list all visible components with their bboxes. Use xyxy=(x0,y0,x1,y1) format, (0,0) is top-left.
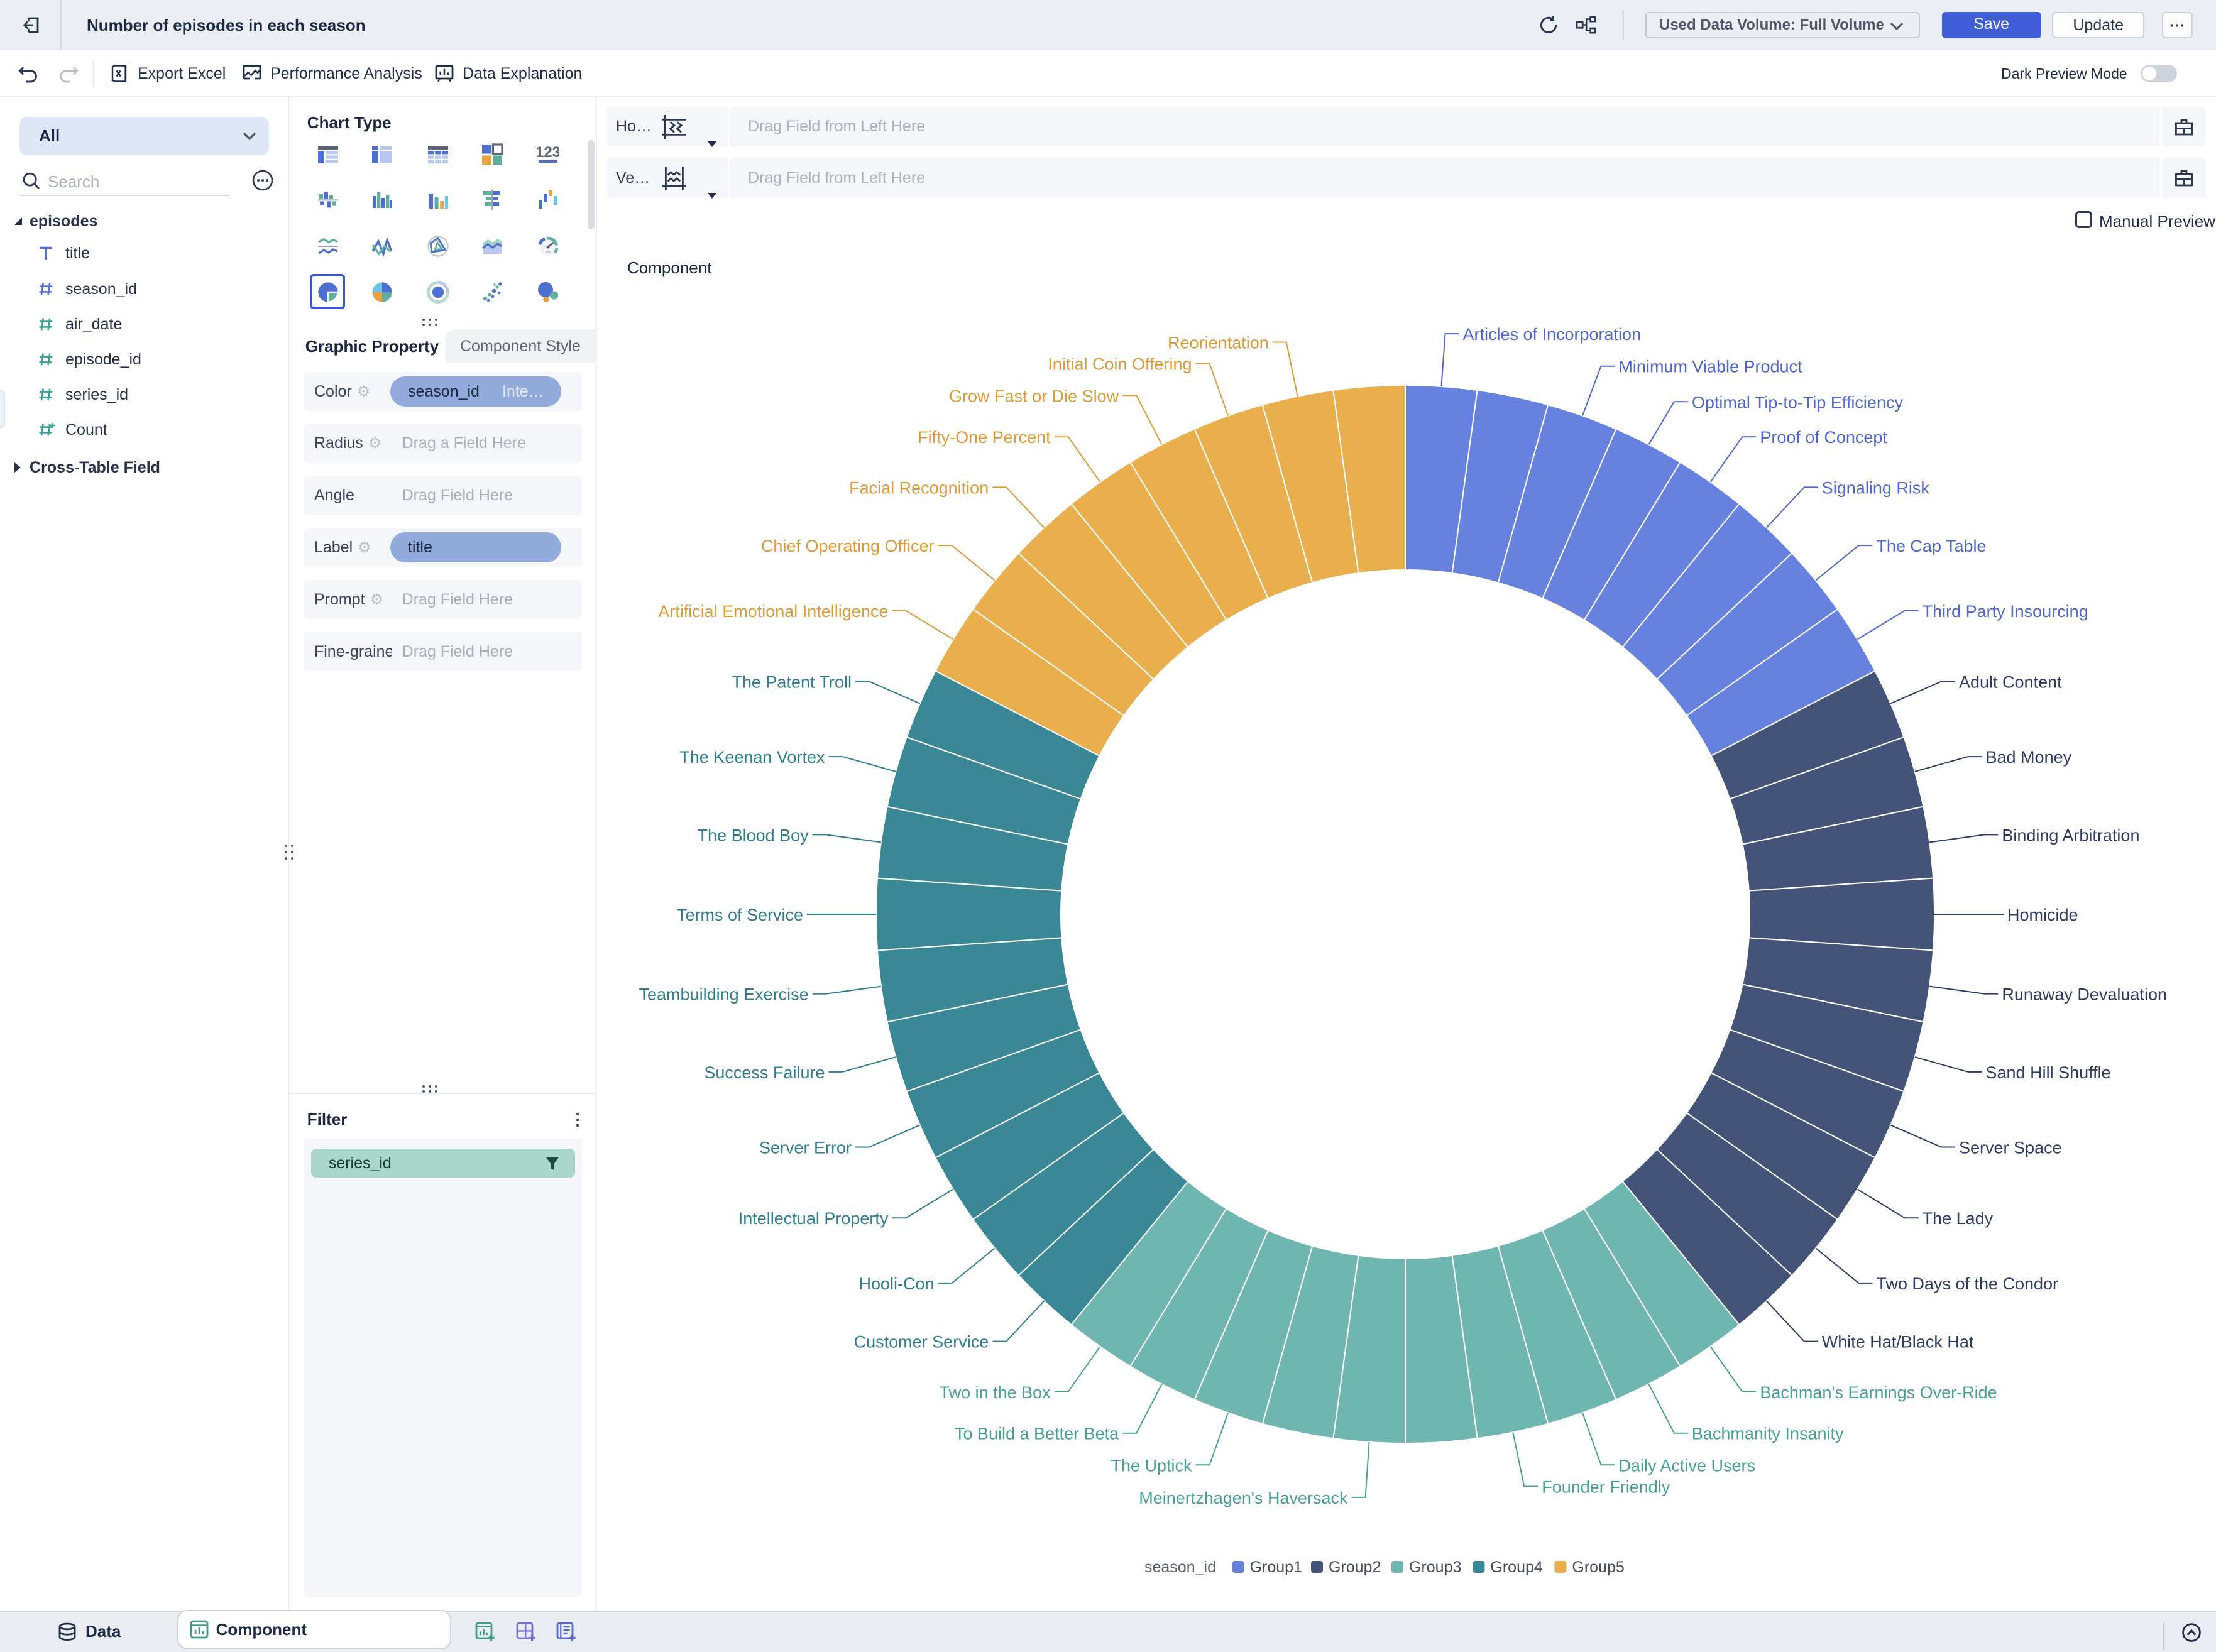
svg-text:Founder Friendly: Founder Friendly xyxy=(1542,1478,1670,1497)
svg-text:The Uptick: The Uptick xyxy=(1111,1456,1193,1475)
svg-text:Optimal Tip-to-Tip Efficiency: Optimal Tip-to-Tip Efficiency xyxy=(1692,393,1904,412)
svg-text:Chief Operating Officer: Chief Operating Officer xyxy=(761,537,935,555)
svg-text:Group3: Group3 xyxy=(1409,1558,1461,1576)
svg-text:Homicide: Homicide xyxy=(2007,905,2078,924)
svg-text:Signaling Risk: Signaling Risk xyxy=(1822,478,1930,497)
svg-text:Meinertzhagen's Haversack: Meinertzhagen's Haversack xyxy=(1139,1489,1348,1507)
svg-text:Two Days of the Condor: Two Days of the Condor xyxy=(1876,1274,2058,1293)
svg-text:Customer Service: Customer Service xyxy=(854,1333,989,1352)
svg-text:Bad Money: Bad Money xyxy=(1986,748,2072,767)
svg-text:Intellectual Property: Intellectual Property xyxy=(738,1209,889,1228)
svg-text:Hooli-Con: Hooli-Con xyxy=(859,1274,935,1293)
svg-text:Group2: Group2 xyxy=(1329,1558,1381,1576)
svg-text:Artificial Emotional Intellige: Artificial Emotional Intelligence xyxy=(658,602,888,621)
svg-text:Group4: Group4 xyxy=(1490,1558,1542,1576)
svg-text:Terms of Service: Terms of Service xyxy=(677,905,803,924)
svg-text:Success Failure: Success Failure xyxy=(704,1063,825,1082)
svg-text:123: 123 xyxy=(537,144,559,161)
svg-text:Runaway Devaluation: Runaway Devaluation xyxy=(2002,985,2167,1004)
svg-text:Initial Coin Offering: Initial Coin Offering xyxy=(1048,355,1192,374)
svg-text:The Keenan Vortex: The Keenan Vortex xyxy=(679,748,825,767)
svg-text:season_id: season_id xyxy=(1144,1558,1216,1576)
svg-text:The Lady: The Lady xyxy=(1923,1209,1994,1228)
svg-text:Third Party Insourcing: Third Party Insourcing xyxy=(1923,602,2088,621)
svg-text:Facial Recognition: Facial Recognition xyxy=(849,478,989,497)
svg-text:Teambuilding Exercise: Teambuilding Exercise xyxy=(639,985,809,1004)
svg-text:To Build a Better Beta: To Build a Better Beta xyxy=(955,1425,1119,1443)
svg-text:Grow Fast or Die Slow: Grow Fast or Die Slow xyxy=(949,386,1119,405)
svg-text:The Patent Troll: The Patent Troll xyxy=(732,672,852,691)
svg-text:The Blood Boy: The Blood Boy xyxy=(698,826,809,845)
svg-text:Group5: Group5 xyxy=(1572,1558,1624,1576)
svg-text:Reorientation: Reorientation xyxy=(1168,333,1269,352)
svg-text:Server Space: Server Space xyxy=(1959,1139,2062,1157)
svg-text:Sand Hill Shuffle: Sand Hill Shuffle xyxy=(1986,1063,2111,1082)
svg-text:Proof of Concept: Proof of Concept xyxy=(1760,428,1887,447)
svg-text:Adult Content: Adult Content xyxy=(1959,672,2062,691)
svg-text:Minimum Viable Product: Minimum Viable Product xyxy=(1618,358,1802,376)
svg-text:White Hat/Black Hat: White Hat/Black Hat xyxy=(1822,1333,1974,1352)
svg-text:Articles of Incorporation: Articles of Incorporation xyxy=(1462,325,1641,344)
svg-text:Fifty-One Percent: Fifty-One Percent xyxy=(918,428,1051,447)
svg-text:Server Error: Server Error xyxy=(759,1139,852,1157)
svg-text:Bachmanity Insanity: Bachmanity Insanity xyxy=(1692,1425,1844,1443)
svg-text:Bachman's Earnings Over-Ride: Bachman's Earnings Over-Ride xyxy=(1760,1383,1997,1402)
svg-text:Daily Active Users: Daily Active Users xyxy=(1618,1456,1755,1475)
svg-text:Binding Arbitration: Binding Arbitration xyxy=(2002,826,2139,845)
svg-text:Two in the Box: Two in the Box xyxy=(940,1383,1051,1402)
svg-text:Group1: Group1 xyxy=(1250,1558,1302,1576)
svg-text:The Cap Table: The Cap Table xyxy=(1876,537,1986,555)
